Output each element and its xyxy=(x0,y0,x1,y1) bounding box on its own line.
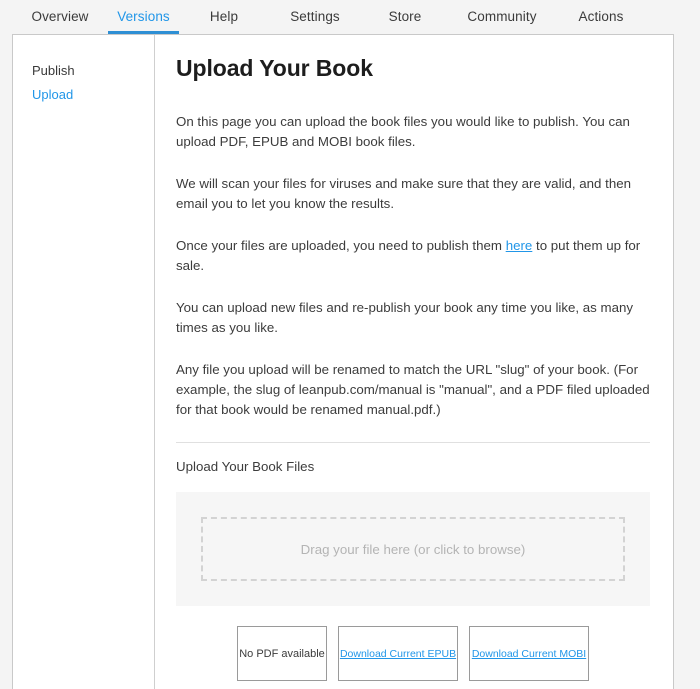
main-content: Upload Your Book On this page you can up… xyxy=(155,35,673,689)
publish-here-link[interactable]: here xyxy=(506,238,533,253)
section-divider xyxy=(176,442,650,443)
file-dropzone-border: Drag your file here (or click to browse) xyxy=(201,517,625,581)
nav-tab-versions[interactable]: Versions xyxy=(108,0,179,34)
intro-paragraph-2: We will scan your files for viruses and … xyxy=(176,176,632,211)
download-current-mobi-link[interactable]: Download Current MOBI xyxy=(472,648,586,660)
page-frame: Publish Upload Upload Your Book On this … xyxy=(12,34,674,689)
mobi-file-group: Download Current MOBI Delete MOBI xyxy=(469,626,589,689)
existing-files-row: No PDF available Download Current EPUB D… xyxy=(176,626,650,689)
sidebar-item-upload[interactable]: Upload xyxy=(13,83,154,107)
epub-file-group: Download Current EPUB Delete EPUB xyxy=(338,626,458,689)
nav-tab-overview[interactable]: Overview xyxy=(12,0,108,34)
nav-tab-settings[interactable]: Settings xyxy=(269,0,361,34)
nav-tab-community[interactable]: Community xyxy=(449,0,555,34)
download-current-epub-link[interactable]: Download Current EPUB xyxy=(340,648,456,660)
pdf-file-group: No PDF available xyxy=(237,626,327,689)
file-dropzone[interactable]: Drag your file here (or click to browse) xyxy=(176,492,650,606)
pdf-status-box: No PDF available xyxy=(237,626,327,681)
paragraph-3-text-before: Once your files are uploaded, you need t… xyxy=(176,238,506,253)
nav-tab-help[interactable]: Help xyxy=(179,0,269,34)
upload-section-label: Upload Your Book Files xyxy=(176,459,315,474)
intro-paragraph-1: On this page you can upload the book fil… xyxy=(176,114,630,149)
intro-paragraph-4: You can upload new files and re-publish … xyxy=(176,300,634,335)
sidebar-item-publish[interactable]: Publish xyxy=(13,59,154,83)
pdf-status-label: No PDF available xyxy=(239,647,325,660)
sidebar: Publish Upload xyxy=(13,35,155,689)
primary-nav: Overview Versions Help Settings Store Co… xyxy=(0,0,700,34)
intro-paragraph-5: Any file you upload will be renamed to m… xyxy=(176,362,650,417)
nav-tab-actions[interactable]: Actions xyxy=(555,0,647,34)
epub-download-box: Download Current EPUB xyxy=(338,626,458,681)
nav-tab-store[interactable]: Store xyxy=(361,0,449,34)
page-title: Upload Your Book xyxy=(176,55,373,81)
mobi-download-box: Download Current MOBI xyxy=(469,626,589,681)
file-dropzone-label: Drag your file here (or click to browse) xyxy=(300,541,526,557)
intro-paragraph-3: Once your files are uploaded, you need t… xyxy=(176,236,650,276)
